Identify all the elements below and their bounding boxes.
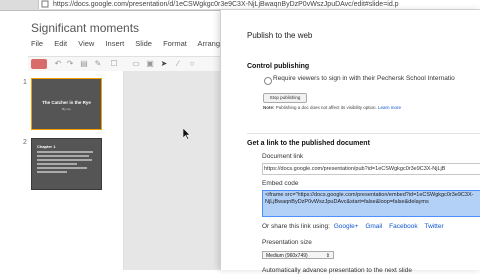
paint-format-icon[interactable]: ✎ — [94, 60, 102, 68]
require-sign-in-checkbox[interactable] — [264, 77, 272, 85]
toolbar: ↶ ↷ ▤ ✎ ☐ ▭ ▣ ➤ ∕ ○ — [28, 56, 248, 72]
menu-format[interactable]: Format — [163, 39, 187, 48]
slide-thumb-text-lines — [37, 151, 95, 175]
document-link-field[interactable]: https://docs.google.com/presentation/pub… — [262, 163, 480, 175]
share-gmail-link[interactable]: Gmail — [365, 223, 382, 230]
document-title[interactable]: Significant moments — [31, 21, 139, 35]
slide-thumbnail[interactable]: The Catcher in the Rye By me — [31, 78, 102, 130]
slide-number: 2 — [23, 139, 27, 146]
note-text: Publishing a doc does not affect its vis… — [275, 105, 377, 110]
menu-insert[interactable]: Insert — [105, 39, 124, 48]
slide-canvas[interactable] — [124, 71, 220, 270]
require-sign-in-label: Require viewers to sign in with their Pe… — [273, 75, 455, 82]
share-label: Or share this link using: — [262, 223, 330, 230]
menu-view[interactable]: View — [78, 39, 94, 48]
new-slide-button[interactable] — [31, 59, 47, 69]
presentation-size-value: Medium (960x749) — [266, 253, 308, 259]
control-publishing-heading: Control publishing — [247, 63, 310, 70]
document-link-label: Document link — [262, 153, 304, 160]
page-icon — [41, 0, 51, 8]
get-link-heading: Get a link to the published document — [247, 140, 370, 147]
publish-dialog: Publish to the web Control publishing Re… — [220, 10, 480, 274]
zoom-icon[interactable]: ☐ — [110, 60, 118, 68]
print-icon[interactable]: ▤ — [80, 60, 88, 68]
presentation-size-label: Presentation size — [262, 239, 312, 246]
auto-advance-label: Automatically advance presentation to th… — [262, 267, 412, 274]
shape-icon[interactable]: ○ — [188, 60, 196, 68]
embed-code-label: Embed code — [262, 180, 299, 187]
embed-code-field[interactable]: <iframe src="https://docs.google.com/pre… — [262, 190, 480, 217]
menu-bar: File Edit View Insert Slide Format Arran… — [31, 39, 252, 48]
slide-thumb-title: Chapter 1 — [37, 144, 56, 149]
line-icon[interactable]: ∕ — [174, 60, 182, 68]
redo-icon[interactable]: ↷ — [66, 60, 74, 68]
share-google-plus-link[interactable]: Google+ — [334, 223, 359, 230]
slide-number: 1 — [23, 79, 27, 86]
text-box-icon[interactable]: ▭ — [132, 60, 140, 68]
share-link-row: Or share this link using: Google+ Gmail … — [262, 223, 444, 230]
share-twitter-link[interactable]: Twitter — [424, 223, 443, 230]
image-icon[interactable]: ▣ — [146, 60, 154, 68]
slide-thumb-subtitle: By me — [62, 107, 71, 111]
dialog-title: Publish to the web — [247, 31, 313, 40]
select-arrow-icon[interactable]: ➤ — [160, 60, 168, 68]
note-label: Note: — [263, 105, 275, 110]
undo-icon[interactable]: ↶ — [54, 60, 62, 68]
menu-edit[interactable]: Edit — [54, 39, 67, 48]
address-bar[interactable]: https://docs.google.com/presentation/d/1… — [38, 0, 480, 9]
presentation-size-select[interactable]: Medium (960x749) ⇕ — [262, 251, 334, 259]
stop-publishing-button[interactable]: Stop publishing — [263, 93, 307, 103]
section-divider — [247, 133, 480, 134]
address-url: https://docs.google.com/presentation/d/1… — [53, 1, 399, 8]
select-arrows-icon: ⇕ — [325, 253, 330, 259]
mouse-cursor-icon — [182, 127, 191, 140]
slide-thumbnail[interactable]: Chapter 1 — [31, 138, 102, 190]
learn-more-link[interactable]: Learn more — [378, 105, 401, 110]
menu-file[interactable]: File — [31, 39, 43, 48]
menu-slide[interactable]: Slide — [135, 39, 152, 48]
slide-thumb-title: The Catcher in the Rye — [42, 100, 91, 105]
share-facebook-link[interactable]: Facebook — [389, 223, 418, 230]
publishing-note: Note: Publishing a doc does not affect i… — [263, 105, 401, 110]
